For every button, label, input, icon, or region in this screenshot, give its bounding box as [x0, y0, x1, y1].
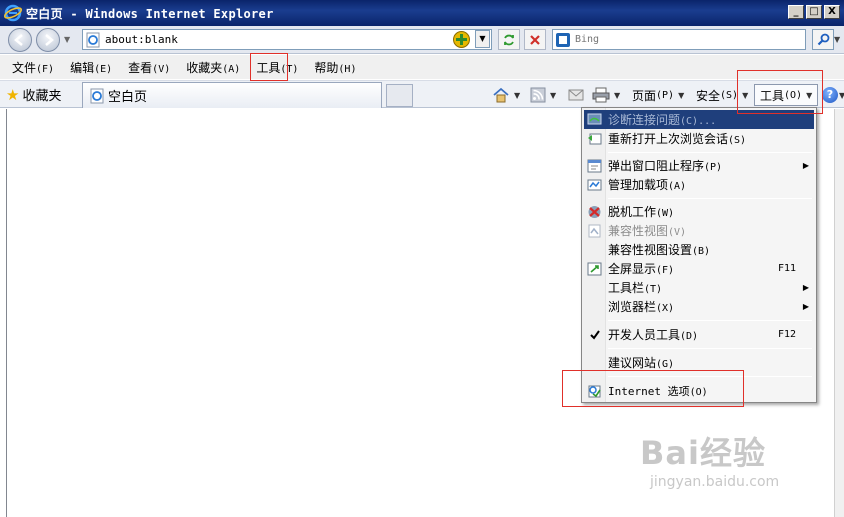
tools-dropdown-menu: 诊断连接问题(C)... 重新打开上次浏览会话(S) 弹出窗口阻止程序(P) ▶…: [581, 107, 817, 403]
menu-favorites[interactable]: 收藏夹(A): [180, 57, 246, 78]
back-arrow-icon: [14, 34, 23, 46]
menu-bar: 文件(F) 编辑(E) 查看(V) 收藏夹(A) 工具(T) 帮助(H): [0, 55, 844, 79]
annotation-menu-tools: [250, 53, 288, 81]
offline-icon: [586, 203, 603, 220]
ie-logo-icon: [4, 4, 22, 22]
network-icon: [586, 111, 603, 128]
checkmark-icon: [586, 326, 603, 343]
printer-icon: [592, 87, 610, 103]
submenu-arrow-icon: ▶: [802, 283, 809, 292]
close-button[interactable]: X: [824, 5, 840, 19]
history-dropdown-icon[interactable]: ▼: [64, 35, 74, 45]
minimize-button[interactable]: _: [788, 5, 804, 19]
window-title: 空白页 - Windows Internet Explorer: [26, 6, 274, 21]
stop-button[interactable]: [524, 29, 546, 50]
menu-view[interactable]: 查看(V): [122, 57, 176, 78]
menu-item-dev-tools[interactable]: 开发人员工具(D) F12: [584, 325, 814, 344]
magnifier-icon: [817, 33, 829, 46]
address-row: ▼ ▼ ▼: [0, 26, 844, 54]
help-dropdown-icon: ▼: [839, 90, 844, 100]
forward-button[interactable]: [36, 28, 60, 52]
refresh-icon: [504, 34, 514, 45]
menu-item-manage-addons[interactable]: 管理加载项(A): [584, 175, 814, 194]
maximize-button[interactable]: □: [806, 5, 822, 19]
menu-item-popup-blocker[interactable]: 弹出窗口阻止程序(P) ▶: [584, 156, 814, 175]
menu-item-compat-view[interactable]: 兼容性视图(V): [584, 221, 814, 240]
print-button[interactable]: ▼: [592, 85, 620, 105]
search-dropdown-icon[interactable]: ▼: [834, 35, 840, 44]
annotation-internet-options: [562, 370, 744, 407]
bing-icon: [556, 32, 570, 47]
compat-view-icon: [586, 222, 603, 239]
home-dropdown-icon[interactable]: ▼: [514, 91, 520, 100]
addons-icon: [586, 176, 603, 193]
menu-edit[interactable]: 编辑(E): [64, 57, 118, 78]
home-button[interactable]: ▼: [492, 85, 520, 105]
menu-item-fullscreen[interactable]: 全屏显示(F) F11: [584, 259, 814, 278]
menu-item-toolbars[interactable]: 工具栏(T) ▶: [584, 278, 814, 297]
popup-blocker-icon: [586, 157, 603, 174]
stop-icon: [530, 34, 540, 45]
favorites-button[interactable]: ★ 收藏夹: [6, 85, 61, 105]
vertical-scrollbar[interactable]: [834, 109, 844, 517]
menu-item-explorer-bars[interactable]: 浏览器栏(X) ▶: [584, 297, 814, 316]
ie-page-icon: [90, 88, 104, 103]
new-tab-button[interactable]: [386, 84, 413, 107]
menu-item-work-offline[interactable]: 脱机工作(W): [584, 202, 814, 221]
search-button[interactable]: [812, 29, 834, 50]
title-bar: 空白页 - Windows Internet Explorer _ □ X: [0, 0, 844, 26]
menu-item-reopen-session[interactable]: 重新打开上次浏览会话(S): [584, 129, 814, 148]
mail-button[interactable]: [568, 85, 584, 105]
back-button[interactable]: [8, 28, 32, 52]
search-input[interactable]: [575, 34, 775, 45]
submenu-arrow-icon: ▶: [802, 302, 809, 311]
compatibility-icon[interactable]: [453, 31, 470, 48]
watermark: Bai经验 jingyan.baidu.com: [640, 434, 780, 490]
menu-item-compat-settings[interactable]: 兼容性视图设置(B): [584, 240, 814, 259]
star-icon: ★: [6, 85, 20, 104]
menu-help[interactable]: 帮助(H): [308, 57, 362, 78]
ie-page-icon: [86, 32, 100, 47]
mail-icon: [568, 89, 584, 101]
forward-arrow-icon: [45, 34, 54, 46]
annotation-cmd-tools: [737, 70, 823, 114]
feeds-dropdown-icon[interactable]: ▼: [550, 91, 556, 100]
address-box[interactable]: [82, 29, 492, 50]
feeds-button[interactable]: ▼: [530, 85, 556, 105]
submenu-arrow-icon: ▶: [802, 161, 809, 170]
reopen-session-icon: [586, 130, 603, 147]
page-menu-button[interactable]: 页面 (P) ▼: [632, 85, 684, 105]
fullscreen-icon: [586, 260, 603, 277]
help-icon: ?: [822, 87, 838, 103]
command-bar: ★ 收藏夹 空白页 ▼ ▼ ▼ 页面 (P) ▼ 安全 (S) ▼ 工具 (O)…: [0, 80, 844, 108]
address-dropdown-icon[interactable]: ▼: [475, 30, 490, 48]
home-icon: [493, 87, 509, 103]
help-button[interactable]: ? ▼: [822, 85, 844, 105]
refresh-button[interactable]: [498, 29, 520, 50]
tab-blank-page[interactable]: 空白页: [82, 82, 382, 108]
print-dropdown-icon[interactable]: ▼: [614, 91, 620, 100]
rss-icon: [530, 87, 546, 103]
address-input[interactable]: [105, 33, 435, 46]
page-dropdown-icon: ▼: [678, 90, 685, 100]
search-box[interactable]: [552, 29, 806, 50]
menu-file[interactable]: 文件(F): [6, 57, 60, 78]
